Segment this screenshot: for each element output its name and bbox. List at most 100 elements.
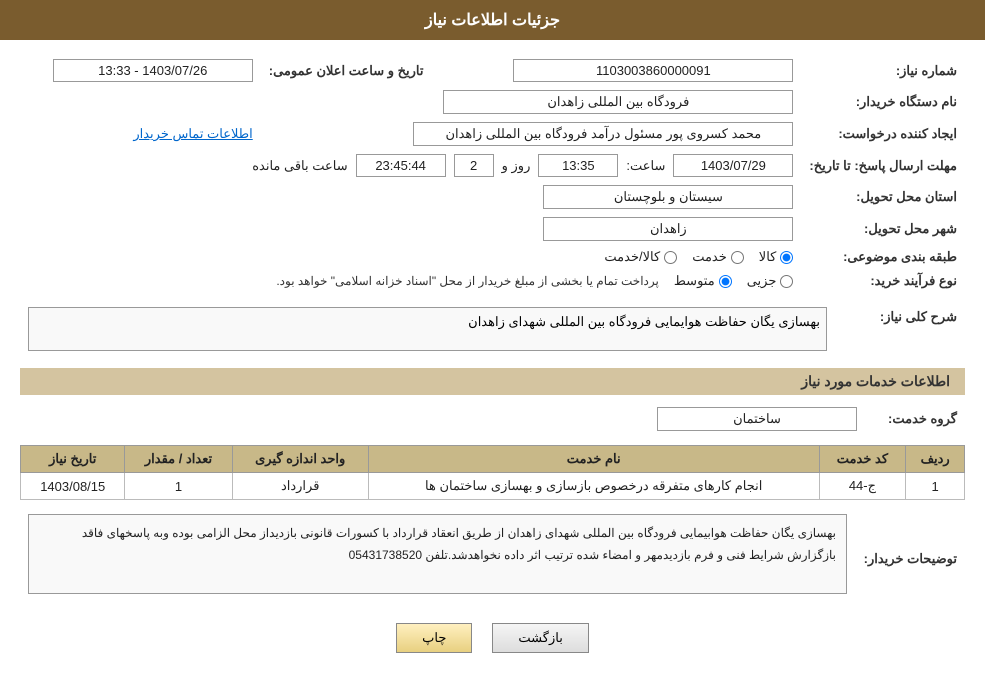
buyer-desc-box: بهسازی یگان حفاظت هوابیمایی فرودگاه بین …	[28, 514, 847, 594]
general-desc-cell: بهسازی یگان حفاظت هوایمایی فرودگاه بین ا…	[20, 303, 835, 358]
time-label: ساعت:	[626, 158, 665, 174]
col-qty: تعداد / مقدار	[125, 446, 232, 473]
process-jozii[interactable]: جزیی	[747, 273, 794, 289]
general-desc-label: شرح کلی نیاز:	[835, 303, 965, 358]
deadline-row: مهلت ارسال پاسخ: تا تاریخ: 1403/07/29 سا…	[20, 150, 965, 181]
category-khedmat-label: خدمت	[692, 249, 727, 265]
desc-form-table: شرح کلی نیاز: بهسازی یگان حفاظت هوایمایی…	[20, 303, 965, 358]
deadline-value: 1403/07/29 ساعت: 13:35 روز و 2 23:45:44 …	[20, 150, 801, 181]
services-section-title: اطلاعات خدمات مورد نیاز	[20, 368, 965, 395]
deadline-label: مهلت ارسال پاسخ: تا تاریخ:	[801, 150, 965, 181]
need-number-row: شماره نیاز: 1103003860000091 تاریخ و ساع…	[20, 55, 965, 86]
category-kala[interactable]: کالا	[759, 249, 794, 265]
col-rownum: ردیف	[906, 446, 965, 473]
public-announce-input: 1403/07/26 - 13:33	[53, 59, 253, 82]
category-label: طبقه بندی موضوعی:	[801, 245, 965, 269]
province-input: سیستان و بلوچستان	[543, 185, 793, 209]
city-input: زاهدان	[543, 217, 793, 241]
need-number-label: شماره نیاز:	[801, 55, 965, 86]
page-container: جزئیات اطلاعات نیاز شماره نیاز: 11030038…	[0, 0, 985, 691]
remaining-label: ساعت باقی مانده	[252, 158, 347, 174]
process-jozii-radio[interactable]	[780, 275, 793, 288]
table-header: ردیف کد خدمت نام خدمت واحد اندازه گیری ت…	[21, 446, 965, 473]
process-radio-group: جزیی متوسط پرداخت تمام یا بخشی از مبلغ خ…	[28, 273, 793, 289]
service-group-table: گروه خدمت: ساختمان	[20, 403, 965, 435]
buyer-desc-value: بهسازی یگان حفاظت هوابیمایی فرودگاه بین …	[20, 510, 855, 608]
page-header: جزئیات اطلاعات نیاز	[0, 0, 985, 40]
creator-value: محمد کسروی پور مسئول درآمد فرودگاه بین ا…	[261, 118, 802, 150]
days-value: 2	[454, 154, 494, 177]
creator-contact-link[interactable]: اطلاعات تماس خریدار	[133, 126, 252, 141]
province-row: استان محل تحویل: سیستان و بلوچستان	[20, 181, 965, 213]
table-header-row: ردیف کد خدمت نام خدمت واحد اندازه گیری ت…	[21, 446, 965, 473]
province-label: استان محل تحویل:	[801, 181, 965, 213]
category-kala-radio[interactable]	[780, 251, 793, 264]
need-number-input: 1103003860000091	[513, 59, 793, 82]
creator-label: ایجاد کننده درخواست:	[801, 118, 965, 150]
info-form-table: شماره نیاز: 1103003860000091 تاریخ و ساع…	[20, 55, 965, 293]
cell-qty: 1	[125, 473, 232, 500]
city-row: شهر محل تحویل: زاهدان	[20, 213, 965, 245]
col-name: نام خدمت	[368, 446, 819, 473]
services-data-table: ردیف کد خدمت نام خدمت واحد اندازه گیری ت…	[20, 445, 965, 500]
days-label: روز و	[502, 158, 531, 174]
page-title: جزئیات اطلاعات نیاز	[425, 12, 560, 29]
back-button[interactable]: بازگشت	[492, 623, 588, 653]
service-group-label: گروه خدمت:	[865, 403, 965, 435]
cell-rownum: 1	[906, 473, 965, 500]
process-note: پرداخت تمام یا بخشی از مبلغ خریدار از مح…	[276, 274, 659, 288]
general-desc-textarea: بهسازی یگان حفاظت هوایمایی فرودگاه بین ا…	[28, 307, 827, 351]
process-motavaset-radio[interactable]	[719, 275, 732, 288]
category-khedmat[interactable]: خدمت	[692, 249, 744, 265]
buyer-org-row: نام دستگاه خریدار: فرودگاه بین المللی زا…	[20, 86, 965, 118]
process-row: نوع فرآیند خرید: جزیی متوسط پرداخت تمام …	[20, 269, 965, 293]
category-both-label: کالا/خدمت	[604, 249, 660, 265]
buttons-row: بازگشت چاپ	[20, 623, 965, 653]
table-body: 1 ج-44 انجام کارهای متفرقه درخصوص بازساز…	[21, 473, 965, 500]
cell-date: 1403/08/15	[21, 473, 125, 500]
col-unit: واحد اندازه گیری	[232, 446, 368, 473]
need-number-value: 1103003860000091	[472, 55, 802, 86]
category-both-radio[interactable]	[664, 251, 677, 264]
creator-link-cell: اطلاعات تماس خریدار	[20, 118, 261, 150]
province-value: سیستان و بلوچستان	[20, 181, 801, 213]
category-row: طبقه بندی موضوعی: کالا خدمت	[20, 245, 965, 269]
service-group-value: ساختمان	[20, 403, 865, 435]
buyer-org-value: فرودگاه بین المللی زاهدان	[20, 86, 801, 118]
category-options: کالا خدمت کالا/خدمت	[20, 245, 801, 269]
remaining-value: 23:45:44	[356, 154, 446, 177]
buyer-desc-text: بهسازی یگان حفاظت هوابیمایی فرودگاه بین …	[82, 526, 836, 562]
category-kala-label: کالا	[759, 249, 777, 265]
category-kala-khedmat[interactable]: کالا/خدمت	[604, 249, 677, 265]
general-desc-row: شرح کلی نیاز: بهسازی یگان حفاظت هوایمایی…	[20, 303, 965, 358]
process-motavaset-label: متوسط	[674, 273, 715, 289]
category-radio-group: کالا خدمت کالا/خدمت	[28, 249, 793, 265]
main-content: شماره نیاز: 1103003860000091 تاریخ و ساع…	[0, 55, 985, 653]
table-row: 1 ج-44 انجام کارهای متفرقه درخصوص بازساز…	[21, 473, 965, 500]
col-date: تاریخ نیاز	[21, 446, 125, 473]
deadline-flex: 1403/07/29 ساعت: 13:35 روز و 2 23:45:44 …	[28, 154, 793, 177]
city-value: زاهدان	[20, 213, 801, 245]
col-code: کد خدمت	[819, 446, 906, 473]
creator-input: محمد کسروی پور مسئول درآمد فرودگاه بین ا…	[413, 122, 793, 146]
cell-unit: قرارداد	[232, 473, 368, 500]
process-motavaset[interactable]: متوسط	[674, 273, 732, 289]
cell-code: ج-44	[819, 473, 906, 500]
category-khedmat-radio[interactable]	[731, 251, 744, 264]
public-announce-value: 1403/07/26 - 13:33	[20, 55, 261, 86]
service-group-row: گروه خدمت: ساختمان	[20, 403, 965, 435]
print-button[interactable]: چاپ	[396, 623, 472, 653]
deadline-date: 1403/07/29	[673, 154, 793, 177]
buyer-desc-table: توضیحات خریدار: بهسازی یگان حفاظت هوابیم…	[20, 510, 965, 608]
buyer-desc-row: توضیحات خریدار: بهسازی یگان حفاظت هوابیم…	[20, 510, 965, 608]
process-label: نوع فرآیند خرید:	[801, 269, 965, 293]
public-announce-label: تاریخ و ساعت اعلان عمومی:	[261, 55, 432, 86]
service-group-input: ساختمان	[657, 407, 857, 431]
buyer-org-input: فرودگاه بین المللی زاهدان	[443, 90, 793, 114]
cell-name: انجام کارهای متفرقه درخصوص بازسازی و بهس…	[368, 473, 819, 500]
buyer-org-label: نام دستگاه خریدار:	[801, 86, 965, 118]
buyer-desc-label: توضیحات خریدار:	[855, 510, 965, 608]
process-jozii-label: جزیی	[747, 273, 777, 289]
process-options: جزیی متوسط پرداخت تمام یا بخشی از مبلغ خ…	[20, 269, 801, 293]
city-label: شهر محل تحویل:	[801, 213, 965, 245]
